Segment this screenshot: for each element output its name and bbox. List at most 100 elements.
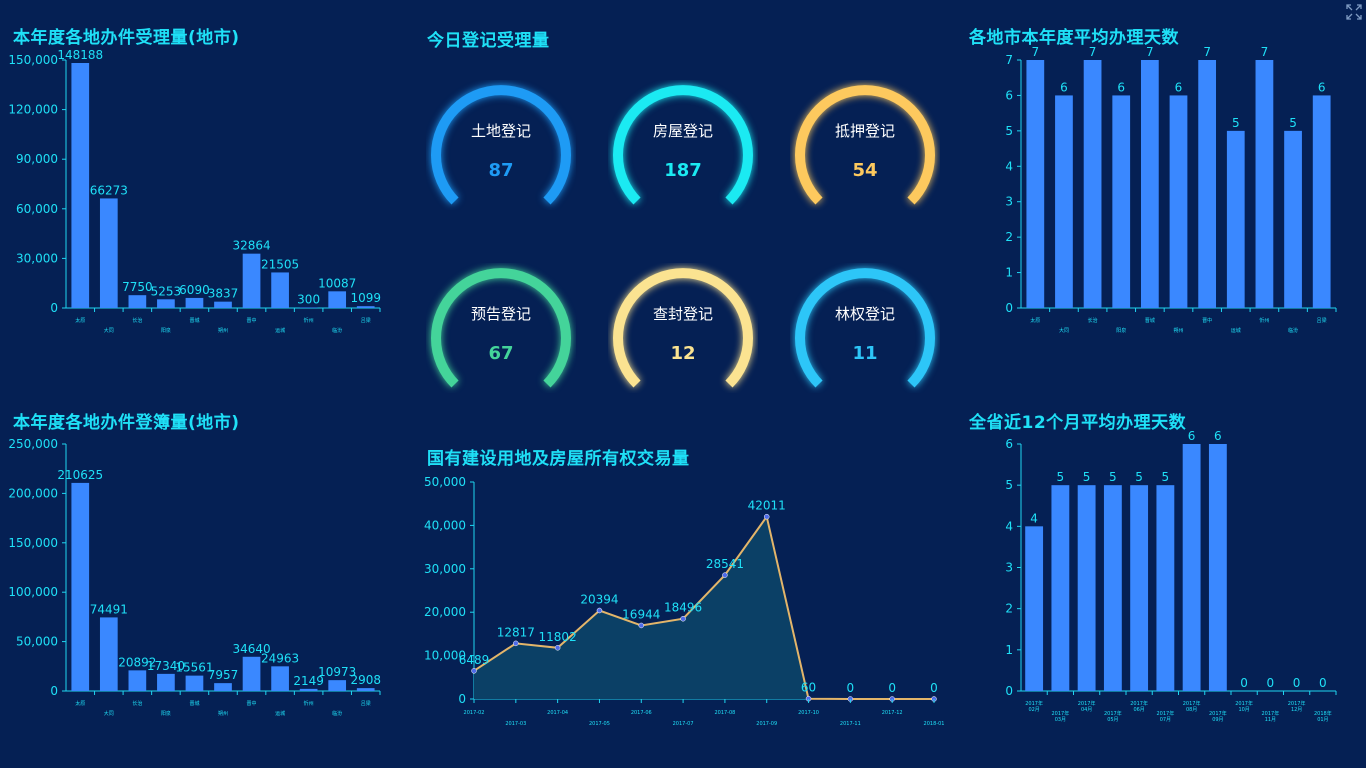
avgdays_month-y-tick-label: 6 bbox=[1005, 437, 1013, 451]
accept-value-label: 66273 bbox=[90, 183, 128, 197]
trade-value-label: 0 bbox=[930, 681, 938, 695]
avgdays_month-category-label: 2018年 01月 bbox=[1314, 710, 1332, 723]
accept-value-label: 21505 bbox=[261, 257, 299, 271]
trade-y-tick-label: 0 bbox=[458, 692, 466, 706]
register-category-label: 晋城 bbox=[189, 700, 199, 707]
register-category-label: 晋中 bbox=[247, 700, 257, 707]
accept-bar bbox=[128, 295, 147, 308]
trade-category-label: 2017-02 bbox=[464, 710, 485, 716]
gauge-arc bbox=[613, 268, 753, 388]
gauge-value: 12 bbox=[670, 343, 696, 364]
accept-value-label: 10087 bbox=[318, 276, 356, 290]
accept-y-tick-label: 150,000 bbox=[8, 53, 58, 67]
avgdays_city-value-label: 7 bbox=[1031, 45, 1039, 59]
avgdays_city-category-label: 太原 bbox=[1030, 317, 1040, 324]
accept-category-label: 阳泉 bbox=[161, 327, 171, 334]
accept-y-tick-label: 0 bbox=[50, 301, 58, 315]
accept-bar bbox=[356, 306, 375, 308]
trade-category-label: 2018-01 bbox=[924, 721, 945, 727]
register-y-tick-label: 250,000 bbox=[8, 437, 58, 451]
trade-y-tick-label: 40,000 bbox=[424, 518, 466, 532]
accept-category-label: 长治 bbox=[132, 317, 142, 324]
register-bar bbox=[328, 680, 347, 691]
avgdays_month-category-label: 2017年 06月 bbox=[1130, 700, 1148, 713]
register-bar bbox=[299, 688, 318, 691]
register-bar bbox=[356, 688, 375, 691]
register-category-label: 忻州 bbox=[304, 700, 314, 707]
gauge-seizure: 查封登记 12 bbox=[608, 263, 758, 393]
gauge-ring bbox=[613, 268, 753, 388]
avgdays_city-category-label: 晋中 bbox=[1202, 317, 1212, 324]
register-category-label: 阳泉 bbox=[161, 710, 171, 717]
gauge-value: 187 bbox=[664, 160, 702, 181]
avgdays_month-category-label: 2017年 03月 bbox=[1052, 710, 1070, 723]
avgdays_month-value-label: 5 bbox=[1135, 470, 1143, 484]
gauge-value: 11 bbox=[852, 343, 878, 364]
gauge-ring bbox=[431, 85, 571, 205]
register-category-label: 吕梁 bbox=[361, 700, 371, 707]
accept-bar bbox=[157, 299, 175, 308]
avgdays_city-category-label: 朔州 bbox=[1173, 327, 1183, 334]
register-category-label: 运城 bbox=[275, 710, 285, 717]
accept-y-tick-label: 60,000 bbox=[16, 202, 58, 216]
register-value-label: 2908 bbox=[350, 673, 381, 687]
trade-category-label: 2017-06 bbox=[631, 710, 652, 716]
avgdays_month-y-tick-label: 0 bbox=[1005, 684, 1013, 698]
avgdays_city-value-label: 7 bbox=[1261, 45, 1269, 59]
accept-value-label: 3837 bbox=[208, 287, 239, 301]
accept-bar bbox=[271, 272, 289, 308]
avgdays_month-value-label: 0 bbox=[1319, 676, 1327, 690]
register-category-label: 朔州 bbox=[218, 710, 228, 717]
avgdays_city-bar bbox=[1140, 60, 1159, 308]
trade-value-label: 0 bbox=[847, 681, 855, 695]
avgdays_city-bar bbox=[1226, 130, 1245, 308]
gauge-value: 87 bbox=[488, 160, 514, 181]
register-value-label: 210625 bbox=[57, 468, 103, 482]
avgdays_city-value-label: 6 bbox=[1060, 80, 1068, 94]
avgdays_month-category-label: 2017年 07月 bbox=[1157, 710, 1175, 723]
accept-category-label: 太原 bbox=[75, 317, 85, 324]
trade-y-tick-label: 50,000 bbox=[424, 475, 466, 489]
gauge-arc bbox=[795, 85, 935, 205]
avgdays_month-value-label: 5 bbox=[1109, 470, 1117, 484]
avgdays_city-value-label: 6 bbox=[1117, 80, 1125, 94]
avgdays_month-value-label: 0 bbox=[1267, 676, 1275, 690]
avgdays_city-y-tick-label: 3 bbox=[1005, 195, 1013, 209]
gauge-label: 林权登记 bbox=[834, 305, 895, 323]
register-y-tick-label: 0 bbox=[50, 684, 58, 698]
accept-category-label: 晋中 bbox=[247, 317, 257, 324]
trade-value-label: 60 bbox=[801, 681, 816, 695]
accept-value-label: 148188 bbox=[57, 48, 103, 62]
register-value-label: 24963 bbox=[261, 651, 299, 665]
register-bar bbox=[185, 675, 204, 691]
trade-value-label: 42011 bbox=[748, 499, 786, 513]
trade-value-label: 6489 bbox=[459, 653, 490, 667]
avgdays_city-value-label: 7 bbox=[1089, 45, 1097, 59]
accept-bar bbox=[71, 62, 90, 309]
trade-category-label: 2017-05 bbox=[589, 721, 610, 727]
avgdays_city-category-label: 长治 bbox=[1088, 317, 1098, 324]
register-category-label: 太原 bbox=[75, 700, 85, 707]
avgdays_month-category-label: 2017年 12月 bbox=[1288, 700, 1306, 713]
trade-category-label: 2017-07 bbox=[673, 721, 694, 727]
avgdays_month-category-label: 2017年 04月 bbox=[1078, 700, 1096, 713]
avgdays_city-value-label: 6 bbox=[1175, 80, 1183, 94]
accept-y-tick-label: 90,000 bbox=[16, 152, 58, 166]
register-category-label: 大同 bbox=[104, 710, 114, 717]
avgdays_city-bar bbox=[1083, 60, 1102, 308]
trade-y-tick-label: 20,000 bbox=[424, 605, 466, 619]
avgdays_city-y-tick-label: 6 bbox=[1005, 88, 1013, 102]
gauge-house: 房屋登记 187 bbox=[608, 80, 758, 210]
register-bar bbox=[214, 683, 232, 691]
accept-bar bbox=[242, 253, 261, 308]
trade-area-fill bbox=[474, 516, 934, 699]
register-value-label: 74491 bbox=[90, 602, 128, 616]
accept-bar bbox=[99, 198, 118, 308]
register-category-label: 临汾 bbox=[332, 710, 342, 717]
gauge-forest: 林权登记 11 bbox=[790, 263, 940, 393]
avgdays_city-category-label: 晋城 bbox=[1145, 317, 1155, 324]
trade-category-label: 2017-10 bbox=[798, 710, 819, 716]
gauge-arc bbox=[795, 268, 935, 388]
accept-category-label: 吕梁 bbox=[361, 317, 371, 324]
avgdays_month-bar bbox=[1130, 485, 1149, 691]
